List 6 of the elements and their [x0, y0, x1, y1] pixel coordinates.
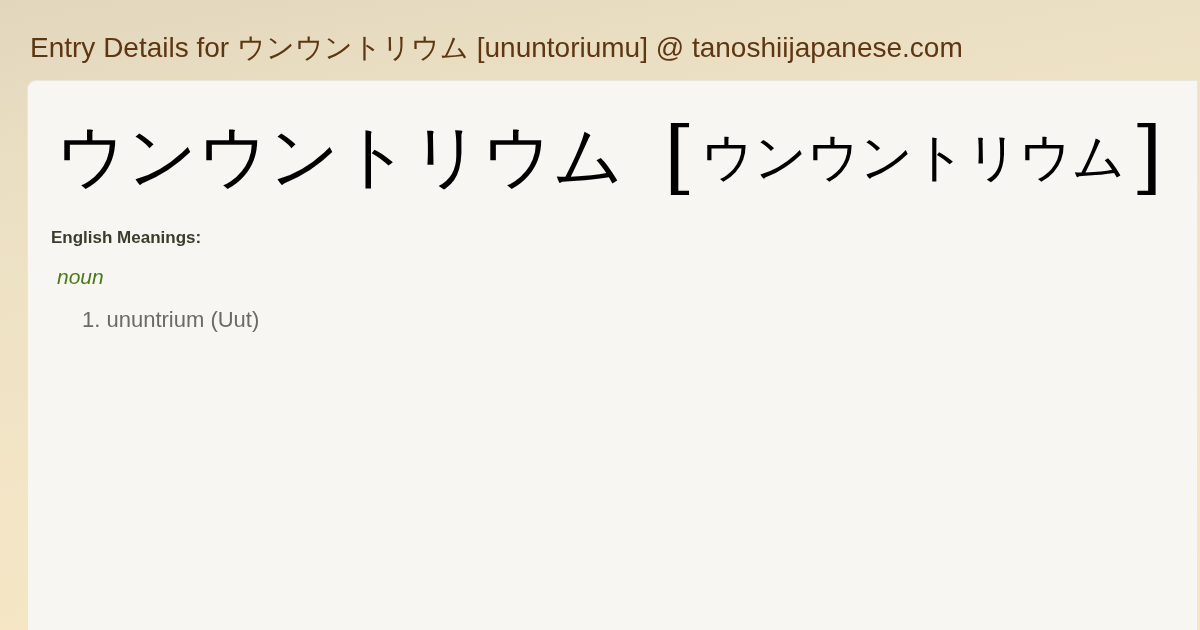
meanings-label: English Meanings:: [51, 227, 202, 249]
meaning-text: 1. ununtrium (Uut): [82, 307, 260, 332]
page-title: Entry Details for ウンウントリウム [ununtoriumu] @ tanoshiijapanese.com: [30, 31, 963, 65]
entry-reading: [ウンウントリウム]: [664, 117, 1163, 197]
entry-word: ウンウントリウム: [56, 117, 624, 197]
part-of-speech: noun: [57, 264, 104, 290]
